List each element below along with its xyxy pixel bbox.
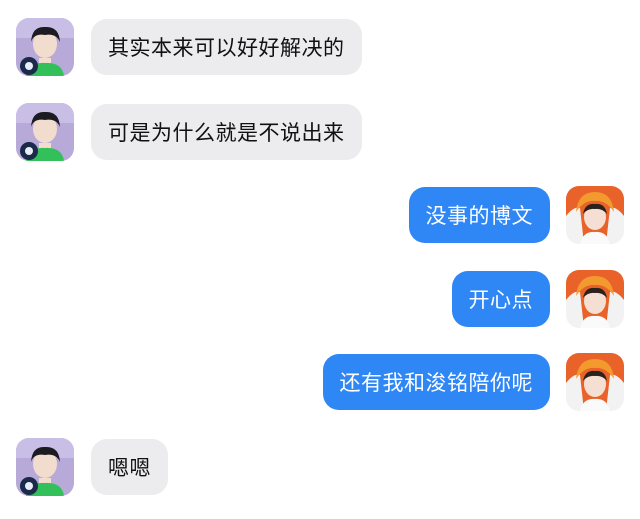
message-row-incoming: 嗯嗯 [0, 438, 640, 498]
message-row-outgoing: 还有我和浚铭陪你呢 [0, 353, 640, 413]
message-bubble-incoming[interactable]: 可是为什么就是不说出来 [91, 104, 362, 160]
message-row-incoming: 可是为什么就是不说出来 [0, 103, 640, 163]
boy-purple-bg-avatar-icon [16, 103, 74, 161]
contact-avatar[interactable] [16, 18, 74, 76]
chat-conversation: 其实本来可以好好解决的 可是为什么就是不说出来 没事的博文 开心点 还有我和浚铭… [0, 0, 640, 519]
message-row-incoming: 其实本来可以好好解决的 [0, 18, 640, 78]
message-bubble-outgoing[interactable]: 开心点 [451, 271, 550, 327]
message-bubble-incoming[interactable]: 其实本来可以好好解决的 [91, 19, 362, 75]
contact-avatar[interactable] [16, 103, 74, 161]
boy-purple-bg-avatar-icon [16, 438, 74, 496]
message-row-outgoing: 开心点 [0, 270, 640, 330]
message-row-outgoing: 没事的博文 [0, 186, 640, 246]
self-avatar[interactable] [566, 186, 624, 244]
self-avatar[interactable] [566, 353, 624, 411]
message-bubble-outgoing[interactable]: 没事的博文 [408, 187, 550, 243]
boy-orange-hat-avatar-icon [566, 270, 624, 328]
message-bubble-outgoing[interactable]: 还有我和浚铭陪你呢 [322, 354, 550, 410]
self-avatar[interactable] [566, 270, 624, 328]
message-bubble-incoming[interactable]: 嗯嗯 [91, 439, 168, 495]
contact-avatar[interactable] [16, 438, 74, 496]
boy-orange-hat-avatar-icon [566, 186, 624, 244]
boy-orange-hat-avatar-icon [566, 353, 624, 411]
boy-purple-bg-avatar-icon [16, 18, 74, 76]
